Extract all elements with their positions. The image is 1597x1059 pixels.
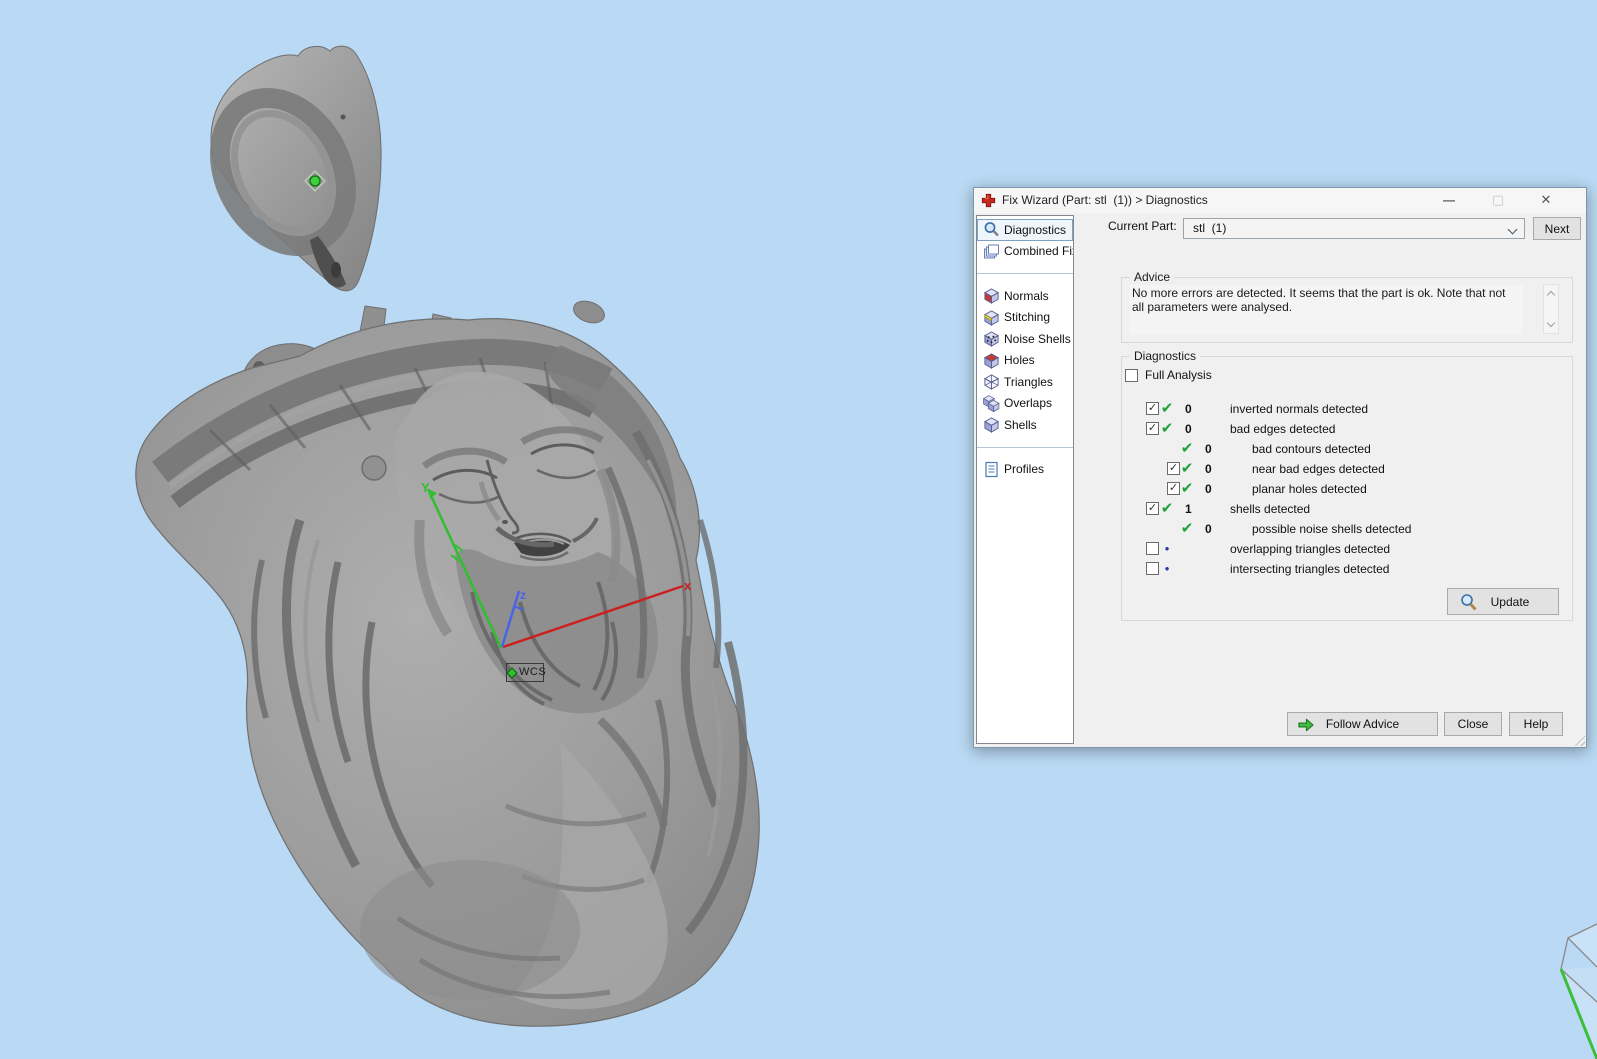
sidebar-item-overlaps[interactable]: Overlaps [977, 393, 1073, 415]
cube-overlap-icon [983, 394, 1000, 412]
full-analysis-checkbox[interactable] [1125, 368, 1138, 382]
scroll-up-icon[interactable] [1546, 290, 1556, 300]
diagnostic-status-icon: • [1164, 561, 1170, 576]
cube-wireframe-icon [983, 373, 1000, 391]
dialog-title: Fix Wizard (Part: stl (1)) > Diagnostics [1002, 193, 1208, 207]
close-button[interactable]: ✕ [1529, 188, 1563, 213]
diagnostic-status-icon: ✔ [1180, 440, 1194, 457]
current-part-dropdown[interactable]: stl (1) [1183, 218, 1525, 239]
full-analysis-label: Full Analysis [1145, 368, 1212, 382]
diagnostic-count: 0 [1205, 522, 1212, 536]
diagnostic-row: ✓ ✔ 0 bad edges detected [1143, 419, 1568, 439]
follow-advice-arrow-icon [1297, 717, 1315, 736]
sidebar-item-diagnostics[interactable]: Diagnostics [977, 219, 1073, 241]
axis-label-x: x [684, 578, 692, 593]
cube-red-top-icon [983, 352, 1000, 369]
maximize-button[interactable]: ▢ [1481, 188, 1515, 213]
scroll-down-icon[interactable] [1546, 318, 1556, 328]
diagnostic-row: ✓ ✔ 0 inverted normals detected [1143, 399, 1568, 419]
sidebar-item-triangles[interactable]: Triangles [977, 371, 1073, 393]
fix-wizard-red-cross-icon [981, 193, 996, 208]
minimize-button[interactable]: — [1432, 188, 1466, 213]
magnifier-icon [983, 221, 1000, 238]
diagnostic-row: • intersecting triangles detected [1143, 559, 1568, 579]
diagnostic-label: possible noise shells detected [1252, 522, 1412, 536]
axis-label-y: Y [421, 480, 430, 495]
advice-scrollbar[interactable] [1543, 284, 1559, 334]
cube-yellow-edge-icon [983, 309, 1000, 326]
sidebar-separator [977, 273, 1073, 274]
diagnostic-status-icon: ✔ [1180, 460, 1194, 477]
platform-corner-wireframe [1559, 923, 1597, 1059]
diagnostic-status-icon: ✔ [1160, 500, 1174, 517]
diagnostic-status-icon: ✔ [1160, 420, 1174, 437]
wcs-label-text: WCS [519, 666, 547, 678]
diagnostic-status-icon: • [1164, 541, 1170, 556]
wcs-origin-label: WCS [506, 663, 547, 682]
cube-plain-icon [983, 416, 1000, 434]
diagnostic-row: ✓ ✔ 0 planar holes detected [1143, 479, 1568, 499]
advice-text: No more errors are detected. It seems th… [1129, 285, 1523, 335]
diagnostic-status-icon: ✔ [1180, 520, 1194, 537]
close-dialog-button[interactable]: Close [1444, 712, 1502, 736]
diagnostic-row: • overlapping triangles detected [1143, 539, 1568, 559]
diagnostic-label: planar holes detected [1252, 482, 1367, 496]
sidebar-item-holes[interactable]: Holes [977, 350, 1073, 372]
diagnostic-count: 0 [1185, 402, 1192, 416]
diagnostic-label: inverted normals detected [1230, 402, 1369, 416]
fix-wizard-dialog: Fix Wizard (Part: stl (1)) > Diagnostics… [973, 187, 1587, 748]
diagnostic-count: 0 [1205, 442, 1212, 456]
chevron-down-icon [1507, 224, 1518, 235]
axis-label-z: z [520, 588, 526, 602]
follow-advice-button[interactable]: Follow Advice [1287, 712, 1438, 736]
diagnostic-label: intersecting triangles detected [1230, 562, 1390, 576]
sidebar-item-normals[interactable]: Normals [977, 285, 1073, 307]
diagnostic-count: 0 [1205, 462, 1212, 476]
sidebar-item-shells[interactable]: Shells [977, 414, 1073, 436]
current-part-value: stl (1) [1193, 221, 1227, 235]
diagnostic-count: 0 [1205, 482, 1212, 496]
diagnostics-rows: ✓ ✔ 0 inverted normals detected ✓ ✔ 0 ba… [1143, 399, 1568, 579]
cube-red-face-icon [983, 287, 1000, 305]
resize-grip[interactable] [1572, 733, 1585, 746]
sidebar-item-noise-shells[interactable]: Noise Shells [977, 328, 1073, 350]
wcs-origin-dot-icon [506, 667, 518, 679]
app-root: { "colors": { "viewport_bg": "#b9d9f4", … [0, 0, 1597, 1059]
diagnostic-status-icon: ✔ [1180, 480, 1194, 497]
diagnostics-group-title: Diagnostics [1130, 349, 1201, 363]
help-button[interactable]: Help [1509, 712, 1563, 736]
diagnostics-groupbox: Diagnostics Full Analysis ✓ ✔ 0 inverted… [1121, 349, 1573, 621]
dialog-titlebar[interactable]: Fix Wizard (Part: stl (1)) > Diagnostics… [974, 188, 1586, 213]
diagnostic-count: 0 [1185, 422, 1192, 436]
diagnostic-label: near bad edges detected [1252, 462, 1385, 476]
diagnostic-label: overlapping triangles detected [1230, 542, 1391, 556]
full-analysis-checkbox-row[interactable]: Full Analysis [1125, 368, 1212, 382]
vertex-marker-dot [309, 175, 321, 187]
pendant-head-piece[interactable] [135, 297, 760, 1027]
cube-dots-icon [983, 330, 1000, 348]
sidebar-item-profiles[interactable]: Profiles [977, 459, 1073, 481]
diagnostic-row: ✔ 0 bad contours detected [1143, 439, 1568, 459]
update-button[interactable]: Update [1447, 588, 1559, 615]
diagnostic-label: bad contours detected [1252, 442, 1371, 456]
diagnostic-row: ✓ ✔ 0 near bad edges detected [1143, 459, 1568, 479]
diagnostic-row: ✔ 0 possible noise shells detected [1143, 519, 1568, 539]
next-button[interactable]: Next [1533, 217, 1581, 240]
diagnostic-count: 1 [1185, 502, 1192, 516]
diagnostic-label: bad edges detected [1230, 422, 1336, 436]
fix-sidebar-list: Diagnostics Combined Fix Normals Stitchi… [976, 215, 1074, 744]
pendant-bail-piece[interactable] [195, 45, 382, 292]
sidebar-separator [977, 446, 1073, 448]
diagnostic-status-icon: ✔ [1160, 400, 1174, 417]
diagnostic-row: ✓ ✔ 1 shells detected [1143, 499, 1568, 519]
document-icon [983, 461, 1000, 478]
current-part-label: Current Part: [1108, 219, 1177, 233]
update-magnifier-icon [1459, 593, 1478, 615]
diagnostic-label: shells detected [1230, 502, 1311, 516]
sidebar-item-stitching[interactable]: Stitching [977, 307, 1073, 329]
advice-groupbox: Advice No more errors are detected. It s… [1121, 270, 1573, 343]
sidebar-item-combined-fix[interactable]: Combined Fix [977, 241, 1073, 263]
advice-group-title: Advice [1130, 270, 1175, 284]
stack-icon [983, 243, 1000, 260]
